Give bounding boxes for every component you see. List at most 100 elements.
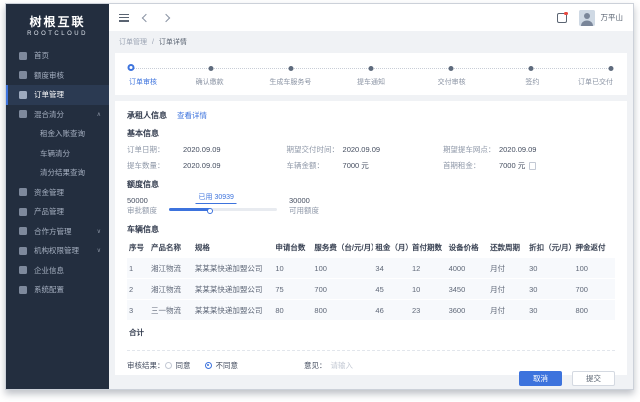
- comment-input[interactable]: 请输入: [331, 360, 354, 371]
- sidebar-item-7[interactable]: 机构权限管理 ∨: [6, 241, 109, 261]
- chevron-down-icon: ∨: [97, 228, 101, 235]
- menu-icon: [19, 286, 27, 294]
- sidebar-item-label: 产品管理: [34, 206, 64, 217]
- menu-icon: [19, 110, 27, 118]
- table-cell: 45: [373, 279, 410, 299]
- sidebar-item-label: 机构权限管理: [34, 245, 79, 256]
- field-value: 7000 元: [499, 160, 525, 171]
- table-header-cell: 折扣（元/月）: [527, 238, 573, 257]
- sidebar-item-6[interactable]: 合作方管理 ∨: [6, 222, 109, 242]
- quota-section: 50000 审批额度 已用 30939 30000 可用额度: [127, 194, 615, 216]
- logo: 树根互联 ROOTCLOUD: [6, 4, 109, 46]
- order-progress-stepper: 订单审核确认缴款生成车服务号提车通知交付审核签约订单已交付: [115, 53, 627, 95]
- field-label: 期望提车网点：: [443, 144, 499, 155]
- topbar: 万平山: [109, 4, 633, 31]
- menu-icon: [19, 52, 27, 60]
- notification-icon[interactable]: [557, 13, 567, 23]
- table-header-cell: 租金（月）: [373, 238, 410, 257]
- table-cell: 30: [527, 258, 573, 278]
- sidebar-item-8[interactable]: 企业信息: [6, 261, 109, 281]
- menu-icon: [19, 247, 27, 255]
- menu-toggle-icon[interactable]: [119, 14, 129, 22]
- sidebar-item-1[interactable]: 额度审核: [6, 66, 109, 86]
- step-dot: [369, 66, 374, 71]
- sidebar-item-label: 系统配置: [34, 284, 64, 295]
- view-detail-link[interactable]: 查看详情: [177, 110, 207, 121]
- table-cell: 12: [410, 258, 447, 278]
- total-row: 合计: [127, 321, 615, 343]
- step-label: 签约: [525, 77, 539, 87]
- review-radio-group: 同意 不同意: [165, 360, 253, 371]
- info-field: 期望提车网点：2020.09.09: [443, 144, 615, 155]
- table-cell: 80: [273, 300, 312, 320]
- back-icon[interactable]: [142, 13, 150, 21]
- comment-label: 意见：: [304, 360, 327, 371]
- info-field: 车辆金额：7000 元: [287, 160, 443, 171]
- menu-icon: [19, 188, 27, 196]
- sidebar-item-label: 资金管理: [34, 187, 64, 198]
- step-dot: [288, 66, 293, 71]
- sidebar-subitem-1[interactable]: 车辆清分: [6, 144, 109, 164]
- step-label: 订单审核: [129, 77, 157, 87]
- avatar[interactable]: [579, 10, 595, 26]
- lessee-section: 承租人信息 查看详情: [127, 110, 615, 121]
- slider-fill: [169, 208, 210, 211]
- sidebar-item-4[interactable]: 资金管理: [6, 183, 109, 203]
- sidebar-subitem-0[interactable]: 租金入账查询: [6, 124, 109, 144]
- divider: [127, 350, 615, 351]
- sidebar-item-5[interactable]: 产品管理: [6, 202, 109, 222]
- cancel-button[interactable]: 取消: [519, 371, 562, 386]
- table-header-cell: 首付期数: [410, 238, 447, 257]
- table-header-cell: 申请台数: [273, 238, 312, 257]
- field-label: 期望交付时间：: [287, 144, 343, 155]
- used-quota-tooltip: 已用 30939: [196, 192, 237, 204]
- table-cell: 3600: [447, 300, 488, 320]
- breadcrumb-parent[interactable]: 订单管理: [119, 39, 147, 46]
- radio-label: 同意: [176, 360, 191, 371]
- sidebar-item-0[interactable]: 首页: [6, 46, 109, 66]
- table-header-cell: 产品名称: [149, 238, 193, 257]
- radio-icon[interactable]: [165, 362, 172, 369]
- user-name[interactable]: 万平山: [601, 12, 624, 23]
- info-field: 期望交付时间：2020.09.09: [287, 144, 443, 155]
- table-header-cell: 押金返付: [573, 238, 615, 257]
- field-label: 提车数量：: [127, 160, 183, 171]
- breadcrumb-separator: /: [152, 39, 154, 46]
- radio-icon[interactable]: [205, 362, 212, 369]
- field-value: 2020.09.09: [183, 145, 221, 154]
- field-label: 首期租金：: [443, 160, 499, 171]
- sidebar-item-9[interactable]: 系统配置: [6, 280, 109, 300]
- order-detail-card: 承租人信息 查看详情 基本信息 订单日期：2020.09.09期望交付时间：20…: [115, 101, 627, 375]
- breadcrumb: 订单管理 / 订单详情: [109, 31, 633, 51]
- slider-handle[interactable]: [207, 208, 213, 214]
- copy-icon[interactable]: [529, 162, 536, 170]
- sidebar-item-label: 合作方管理: [34, 226, 72, 237]
- sidebar-item-2[interactable]: 订单管理: [6, 85, 109, 105]
- radio-option-0[interactable]: 同意: [165, 360, 191, 371]
- menu-icon: [19, 91, 27, 99]
- logo-subtitle: ROOTCLOUD: [6, 31, 109, 37]
- table-header-row: 序号产品名称规格申请台数服务费（台/元/月）租金（月）首付期数设备价格还款周期折…: [127, 238, 615, 257]
- table-cell: 100: [312, 258, 373, 278]
- step-label: 订单已交付: [578, 77, 613, 87]
- step-label: 交付审核: [438, 77, 466, 87]
- chevron-down-icon: ∨: [97, 247, 101, 254]
- sidebar-subitem-2[interactable]: 清分结果查询: [6, 163, 109, 183]
- table-header-cell: 设备价格: [447, 238, 488, 257]
- field-label: 订单日期：: [127, 144, 183, 155]
- comment-group: 意见： 请输入: [304, 360, 353, 371]
- table-cell: 34: [373, 258, 410, 278]
- submit-button[interactable]: 提交: [572, 371, 615, 386]
- step-dot: [529, 66, 534, 71]
- lessee-title: 承租人信息: [127, 110, 167, 121]
- table-cell: 湘江物流: [149, 258, 193, 278]
- table-cell: 1: [127, 258, 149, 278]
- table-cell: 月付: [488, 279, 527, 299]
- step-dot: [208, 66, 213, 71]
- forward-icon[interactable]: [162, 13, 170, 21]
- sidebar-item-3[interactable]: 混合清分∧: [6, 105, 109, 125]
- table-cell: 100: [573, 258, 615, 278]
- radio-option-1[interactable]: 不同意: [205, 360, 239, 371]
- table-cell: 23: [410, 300, 447, 320]
- table-row: 2湘江物流某某某快递加盟公司7570045103450月付30700: [127, 279, 615, 299]
